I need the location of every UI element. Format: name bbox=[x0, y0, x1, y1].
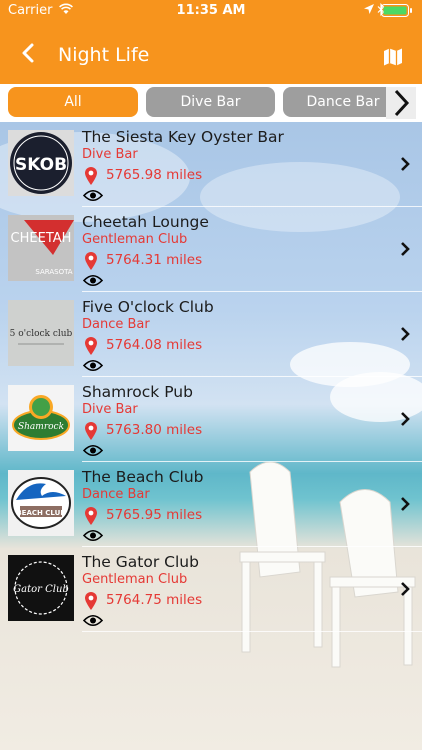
svg-text:5 o'clock club: 5 o'clock club bbox=[10, 329, 73, 339]
venue-distance: 5765.95 miles bbox=[106, 507, 203, 523]
header-bar: Carrier 11:35 AM Night Life bbox=[0, 0, 422, 84]
svg-text:CHEETAH: CHEETAH bbox=[11, 231, 72, 246]
venue-name: Cheetah Lounge bbox=[82, 213, 209, 231]
venue-logo: Gator Club bbox=[8, 555, 74, 621]
venue-distance: 5764.08 miles bbox=[106, 337, 203, 353]
venue-category: Dance Bar bbox=[82, 487, 150, 502]
venue-category: Gentleman Club bbox=[82, 572, 188, 587]
page-title: Night Life bbox=[58, 44, 150, 66]
filter-dance-bar[interactable]: Dance Bar bbox=[283, 87, 403, 117]
chevron-right-icon bbox=[401, 497, 410, 511]
list-item[interactable]: BEACH CLUB The Beach Club Dance Bar 5765… bbox=[0, 462, 422, 547]
filter-dive-bar[interactable]: Dive Bar bbox=[146, 87, 275, 117]
list-item[interactable]: Gator Club The Gator Club Gentleman Club… bbox=[0, 547, 422, 632]
venue-distance: 5764.75 miles bbox=[106, 592, 203, 608]
row-divider bbox=[82, 631, 422, 632]
venue-name: Shamrock Pub bbox=[82, 383, 193, 401]
venue-name: The Beach Club bbox=[82, 468, 204, 486]
venue-name: The Siesta Key Oyster Bar bbox=[82, 128, 284, 146]
chevron-right-icon bbox=[401, 327, 410, 341]
svg-text:BEACH CLUB: BEACH CLUB bbox=[16, 509, 65, 517]
map-icon[interactable] bbox=[383, 47, 403, 67]
venue-name: The Gator Club bbox=[82, 553, 199, 571]
venue-distance: 5765.98 miles bbox=[106, 167, 203, 183]
category-filter-bar: All Dive Bar Dance Bar bbox=[0, 84, 422, 122]
status-bar: Carrier 11:35 AM bbox=[0, 0, 422, 22]
chevron-right-icon bbox=[401, 157, 410, 171]
eye-icon[interactable] bbox=[83, 274, 103, 287]
map-pin-icon bbox=[85, 422, 97, 440]
eye-icon[interactable] bbox=[83, 359, 103, 372]
venue-logo: CHEETAH SARASOTA bbox=[8, 215, 74, 281]
eye-icon[interactable] bbox=[83, 444, 103, 457]
chevron-right-icon bbox=[401, 412, 410, 426]
map-pin-icon bbox=[85, 507, 97, 525]
venue-category: Gentleman Club bbox=[82, 232, 188, 247]
venue-logo: Shamrock bbox=[8, 385, 74, 451]
svg-text:SKOB: SKOB bbox=[15, 155, 67, 175]
list-item[interactable]: CHEETAH SARASOTA Cheetah Lounge Gentlema… bbox=[0, 207, 422, 292]
venue-logo: BEACH CLUB bbox=[8, 470, 74, 536]
venue-name: Five O'clock Club bbox=[82, 298, 214, 316]
map-pin-icon bbox=[85, 337, 97, 355]
venue-category: Dive Bar bbox=[82, 147, 138, 162]
battery-icon bbox=[381, 4, 412, 17]
eye-icon[interactable] bbox=[83, 529, 103, 542]
clock: 11:35 AM bbox=[176, 3, 246, 18]
venue-distance: 5763.80 miles bbox=[106, 422, 203, 438]
venue-logo: 5 o'clock club bbox=[8, 300, 74, 366]
navigation-bar: Night Life bbox=[0, 22, 422, 84]
list-item[interactable]: SKOB The Siesta Key Oyster Bar Dive Bar … bbox=[0, 122, 422, 207]
map-pin-icon bbox=[85, 592, 97, 610]
location-arrow-icon bbox=[364, 4, 374, 14]
venue-logo: SKOB bbox=[8, 130, 74, 196]
eye-icon[interactable] bbox=[83, 189, 103, 202]
svg-text:SARASOTA: SARASOTA bbox=[35, 268, 72, 276]
svg-text:Gator Club: Gator Club bbox=[13, 584, 69, 595]
list-item[interactable]: Shamrock Shamrock Pub Dive Bar 5763.80 m… bbox=[0, 377, 422, 462]
venue-distance: 5764.31 miles bbox=[106, 252, 203, 268]
list-item[interactable]: 5 o'clock club Five O'clock Club Dance B… bbox=[0, 292, 422, 377]
chevron-left-icon[interactable] bbox=[18, 42, 40, 64]
chevron-right-icon bbox=[394, 89, 410, 117]
svg-text:Shamrock: Shamrock bbox=[18, 422, 64, 432]
venue-category: Dance Bar bbox=[82, 317, 150, 332]
filter-all[interactable]: All bbox=[8, 87, 138, 117]
filter-scroll-right[interactable] bbox=[386, 87, 416, 119]
venue-category: Dive Bar bbox=[82, 402, 138, 417]
map-pin-icon bbox=[85, 252, 97, 270]
map-pin-icon bbox=[85, 167, 97, 185]
chevron-right-icon bbox=[401, 242, 410, 256]
chevron-right-icon bbox=[401, 582, 410, 596]
eye-icon[interactable] bbox=[83, 614, 103, 627]
